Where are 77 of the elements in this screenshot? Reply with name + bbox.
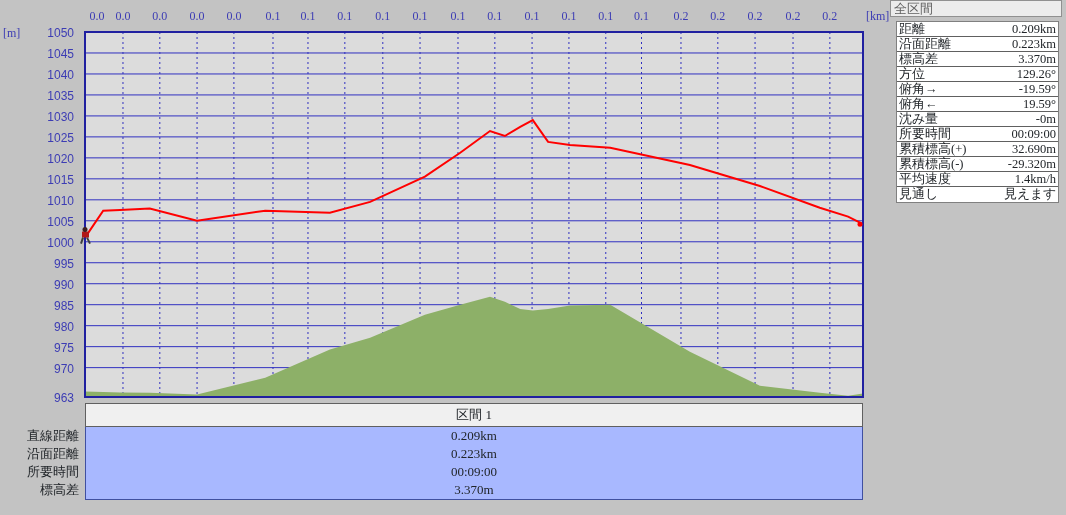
summary-label: 所要時間 (899, 127, 951, 141)
row-value: 00:09:00 (449, 463, 499, 481)
summary-label: 沈み量 (899, 112, 938, 126)
summary-label: 俯角→ (899, 82, 938, 96)
summary-value: -29.320m (1007, 157, 1056, 171)
x-tick-label: 0.1 (337, 9, 353, 23)
y-tick-label: 1030 (47, 109, 74, 124)
y-tick-label: 970 (53, 361, 74, 376)
summary-label: 標高差 (899, 52, 938, 66)
y-tick-label: 975 (53, 340, 74, 355)
x-axis-unit: [km] (866, 9, 890, 23)
x-tick-label: 0.1 (524, 9, 540, 23)
summary-label: 方位 (899, 67, 925, 81)
summary-value: 1.4km/h (1014, 172, 1056, 186)
y-tick-label: 1000 (47, 235, 74, 250)
summary-value: -0m (1035, 112, 1056, 126)
summary-value: -19.59° (1018, 82, 1056, 96)
x-tick-label: 0.0 (189, 9, 205, 23)
summary-label: 俯角← (899, 97, 938, 111)
x-tick-label: 0.1 (487, 9, 503, 23)
y-tick-label: 1025 (47, 130, 74, 145)
x-tick-label: 0.1 (265, 9, 281, 23)
x-tick-label: 0.1 (412, 9, 428, 23)
summary-label: 沿面距離 (899, 37, 951, 51)
x-tick-label: 0.1 (450, 9, 466, 23)
y-tick-label: 980 (53, 319, 74, 334)
row-label: 所要時間 (26, 463, 79, 481)
y-tick-label: 1020 (47, 151, 74, 166)
row-value: 0.209km (450, 427, 498, 445)
end-point-marker (857, 221, 863, 227)
row-label: 直線距離 (26, 427, 79, 445)
x-tick-label: 0.0 (152, 9, 168, 23)
x-tick-label: 0.1 (634, 9, 649, 23)
y-tick-label: 985 (53, 298, 74, 313)
x-tick-label: 0.0 (226, 9, 242, 23)
x-tick-label: 0.2 (785, 9, 801, 23)
summary-value: 129.26° (1016, 67, 1056, 81)
x-tick-label: 0.0 (115, 9, 131, 23)
row-value: 0.223km (450, 445, 498, 463)
y-tick-label: 1040 (47, 67, 74, 82)
x-tick-label: 0.0 (89, 9, 105, 23)
summary-value: 3.370m (1018, 52, 1056, 66)
summary-value: 0.223km (1011, 37, 1056, 51)
summary-label: 見通し (899, 187, 938, 202)
summary-label: 距離 (899, 22, 925, 36)
x-tick-label: 0.2 (822, 9, 838, 23)
row-label: 標高差 (39, 481, 79, 499)
x-tick-label: 0.1 (375, 9, 391, 23)
y-tick-label: 963 (53, 391, 74, 403)
y-tick-label: 990 (53, 277, 74, 292)
x-tick-label: 0.2 (710, 9, 726, 23)
x-tick-label: 0.1 (561, 9, 577, 23)
x-tick-label: 0.2 (747, 9, 763, 23)
summary-label: 累積標高(+) (899, 142, 967, 156)
y-tick-label: 995 (53, 256, 74, 271)
y-tick-label: 1050 (47, 26, 74, 40)
y-tick-label: 1005 (47, 214, 74, 229)
y-tick-label: 1045 (47, 47, 74, 61)
x-tick-label: 0.2 (673, 9, 689, 23)
summary-label: 累積標高(-) (899, 157, 964, 171)
summary-value: 19.59° (1022, 97, 1056, 111)
summary-value: 00:09:00 (1011, 127, 1056, 141)
y-tick-label: 1035 (47, 88, 74, 103)
row-label: 沿面距離 (26, 445, 79, 463)
summary-title: 全区間 (890, 0, 1062, 17)
summary-value: 32.690m (1011, 142, 1056, 156)
x-tick-label: 0.1 (300, 9, 316, 23)
x-tick-label: 0.1 (598, 9, 614, 23)
section-header[interactable]: 区間 1 (85, 403, 863, 427)
summary-value: 見えます (1004, 187, 1056, 202)
summary-value: 0.209km (1011, 22, 1056, 36)
y-tick-label: 1015 (47, 172, 74, 187)
summary-label: 平均速度 (899, 172, 951, 186)
y-tick-label: 1010 (47, 193, 74, 208)
row-value: 3.370m (453, 481, 495, 499)
hiker-icon (80, 227, 91, 245)
y-axis-unit: [m] (3, 26, 21, 40)
